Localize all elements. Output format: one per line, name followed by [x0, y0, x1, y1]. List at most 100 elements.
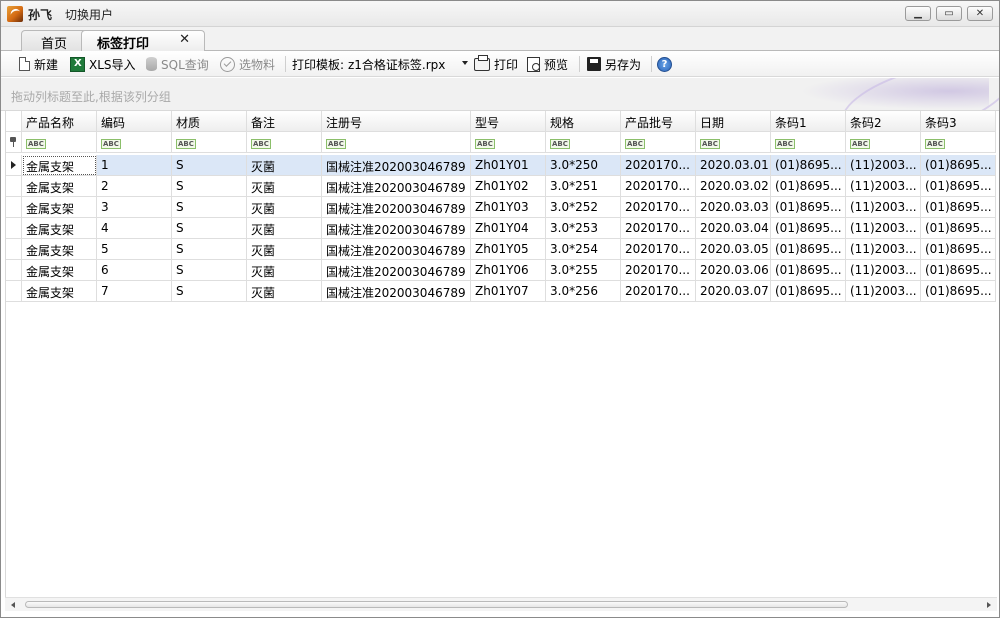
table-cell[interactable]: (11)2003... — [846, 155, 921, 176]
maximize-button[interactable]: ▭ — [936, 6, 962, 21]
table-cell[interactable]: (01)8695... — [921, 176, 996, 197]
table-cell[interactable]: 2020.03.06 — [696, 260, 771, 281]
column-header[interactable]: 条码1 — [771, 111, 846, 132]
column-header[interactable]: 材质 — [172, 111, 247, 132]
table-cell[interactable]: (01)8695... — [921, 281, 996, 302]
table-cell[interactable]: S — [172, 281, 247, 302]
row-indicator[interactable] — [6, 260, 22, 281]
minimize-button[interactable]: ▁ — [905, 6, 931, 21]
filter-cell[interactable]: ABC — [247, 132, 322, 153]
table-cell[interactable]: (01)8695... — [921, 260, 996, 281]
table-cell[interactable]: 2020170... — [621, 197, 696, 218]
column-header[interactable]: 产品名称 — [22, 111, 97, 132]
table-row[interactable]: 金属支架 3 S 灭菌 国械注准202003046789 Zh01Y03 3.0*252 20… — [6, 197, 997, 218]
table-cell[interactable]: (01)8695... — [771, 197, 846, 218]
table-cell[interactable]: 6 — [97, 260, 172, 281]
table-cell[interactable]: 2020.03.01 — [696, 155, 771, 176]
table-cell[interactable]: (11)2003... — [846, 218, 921, 239]
table-cell[interactable]: (01)8695... — [771, 155, 846, 176]
table-cell[interactable]: 2020170... — [621, 239, 696, 260]
table-cell[interactable]: Zh01Y01 — [471, 155, 546, 176]
table-cell[interactable]: (11)2003... — [846, 176, 921, 197]
row-indicator[interactable] — [6, 239, 22, 260]
table-cell[interactable]: (01)8695... — [921, 155, 996, 176]
table-cell[interactable]: 金属支架 — [22, 176, 97, 197]
column-header[interactable]: 条码2 — [846, 111, 921, 132]
group-by-panel[interactable]: 拖动列标题至此,根据该列分组 — [1, 78, 999, 111]
table-cell[interactable]: Zh01Y07 — [471, 281, 546, 302]
scroll-right-icon[interactable] — [987, 602, 991, 608]
template-select[interactable]: z1合格证标签.rpx — [348, 54, 470, 74]
print-button[interactable]: 打印 — [474, 54, 518, 73]
row-indicator[interactable] — [6, 197, 22, 218]
table-cell[interactable]: Zh01Y05 — [471, 239, 546, 260]
filter-cell[interactable]: ABC — [696, 132, 771, 153]
table-cell[interactable]: S — [172, 197, 247, 218]
table-cell[interactable]: 金属支架 — [22, 260, 97, 281]
table-cell[interactable]: (01)8695... — [771, 260, 846, 281]
table-cell[interactable]: (01)8695... — [771, 239, 846, 260]
table-cell[interactable]: (11)2003... — [846, 281, 921, 302]
column-header[interactable]: 产品批号 — [621, 111, 696, 132]
table-cell[interactable]: 金属支架 — [22, 281, 97, 302]
table-cell[interactable]: Zh01Y03 — [471, 197, 546, 218]
table-cell[interactable]: (01)8695... — [771, 176, 846, 197]
filter-cell[interactable]: ABC — [22, 132, 97, 153]
save-as-button[interactable]: 另存为 — [587, 55, 641, 73]
table-cell[interactable]: (01)8695... — [921, 197, 996, 218]
table-cell[interactable]: 2020170... — [621, 281, 696, 302]
filter-cell[interactable]: ABC — [771, 132, 846, 153]
column-header[interactable]: 编码 — [97, 111, 172, 132]
table-cell[interactable]: (11)2003... — [846, 239, 921, 260]
table-cell[interactable]: 3.0*255 — [546, 260, 621, 281]
table-cell[interactable]: 灭菌 — [247, 218, 322, 239]
table-cell[interactable]: Zh01Y02 — [471, 176, 546, 197]
table-cell[interactable]: Zh01Y06 — [471, 260, 546, 281]
table-cell[interactable]: 金属支架 — [22, 155, 97, 176]
table-cell[interactable]: (11)2003... — [846, 197, 921, 218]
table-cell[interactable]: 灭菌 — [247, 239, 322, 260]
table-cell[interactable]: 3.0*252 — [546, 197, 621, 218]
table-cell[interactable]: 2020170... — [621, 176, 696, 197]
table-cell[interactable]: 金属支架 — [22, 197, 97, 218]
close-tab-icon[interactable]: ✕ — [179, 32, 190, 47]
column-header[interactable]: 型号 — [471, 111, 546, 132]
table-cell[interactable]: 国械注准202003046789 — [322, 176, 471, 197]
table-cell[interactable]: 2020.03.02 — [696, 176, 771, 197]
table-row[interactable]: 金属支架 1 S 灭菌 国械注准202003046789 Zh01Y01 3.0*250 20… — [6, 155, 997, 176]
column-header[interactable]: 规格 — [546, 111, 621, 132]
table-cell[interactable]: 2020.03.03 — [696, 197, 771, 218]
filter-cell[interactable]: ABC — [172, 132, 247, 153]
table-cell[interactable]: 灭菌 — [247, 197, 322, 218]
filter-cell[interactable]: ABC — [846, 132, 921, 153]
table-cell[interactable]: 灭菌 — [247, 176, 322, 197]
table-cell[interactable]: 1 — [97, 155, 172, 176]
table-cell[interactable]: 国械注准202003046789 — [322, 239, 471, 260]
table-cell[interactable]: 国械注准202003046789 — [322, 281, 471, 302]
table-row[interactable]: 金属支架 6 S 灭菌 国械注准202003046789 Zh01Y06 3.0*255 20… — [6, 260, 997, 281]
table-cell[interactable]: 3.0*253 — [546, 218, 621, 239]
row-indicator[interactable] — [6, 155, 22, 176]
tab-home[interactable]: 首页 — [21, 30, 87, 52]
table-cell[interactable]: 3.0*256 — [546, 281, 621, 302]
new-button[interactable]: 新建 — [17, 55, 58, 73]
table-cell[interactable]: 灭菌 — [247, 281, 322, 302]
help-button[interactable]: ? — [657, 55, 676, 73]
table-cell[interactable]: 2020.03.07 — [696, 281, 771, 302]
row-indicator[interactable] — [6, 176, 22, 197]
table-row[interactable]: 金属支架 5 S 灭菌 国械注准202003046789 Zh01Y05 3.0*254 20… — [6, 239, 997, 260]
filter-cell[interactable]: ABC — [546, 132, 621, 153]
scroll-left-icon[interactable] — [11, 602, 15, 608]
table-cell[interactable]: 国械注准202003046789 — [322, 197, 471, 218]
table-cell[interactable]: 灭菌 — [247, 155, 322, 176]
table-cell[interactable]: 4 — [97, 218, 172, 239]
filter-cell[interactable]: ABC — [471, 132, 546, 153]
column-header[interactable]: 备注 — [247, 111, 322, 132]
scrollbar-thumb[interactable] — [25, 601, 848, 608]
tab-label-print[interactable]: 标签打印 ✕ — [81, 30, 205, 52]
close-window-button[interactable]: ✕ — [967, 6, 993, 21]
filter-cell[interactable]: ABC — [97, 132, 172, 153]
table-cell[interactable]: 3.0*250 — [546, 155, 621, 176]
horizontal-scrollbar[interactable] — [5, 597, 997, 611]
table-row[interactable]: 金属支架 7 S 灭菌 国械注准202003046789 Zh01Y07 3.0*256 20… — [6, 281, 997, 302]
